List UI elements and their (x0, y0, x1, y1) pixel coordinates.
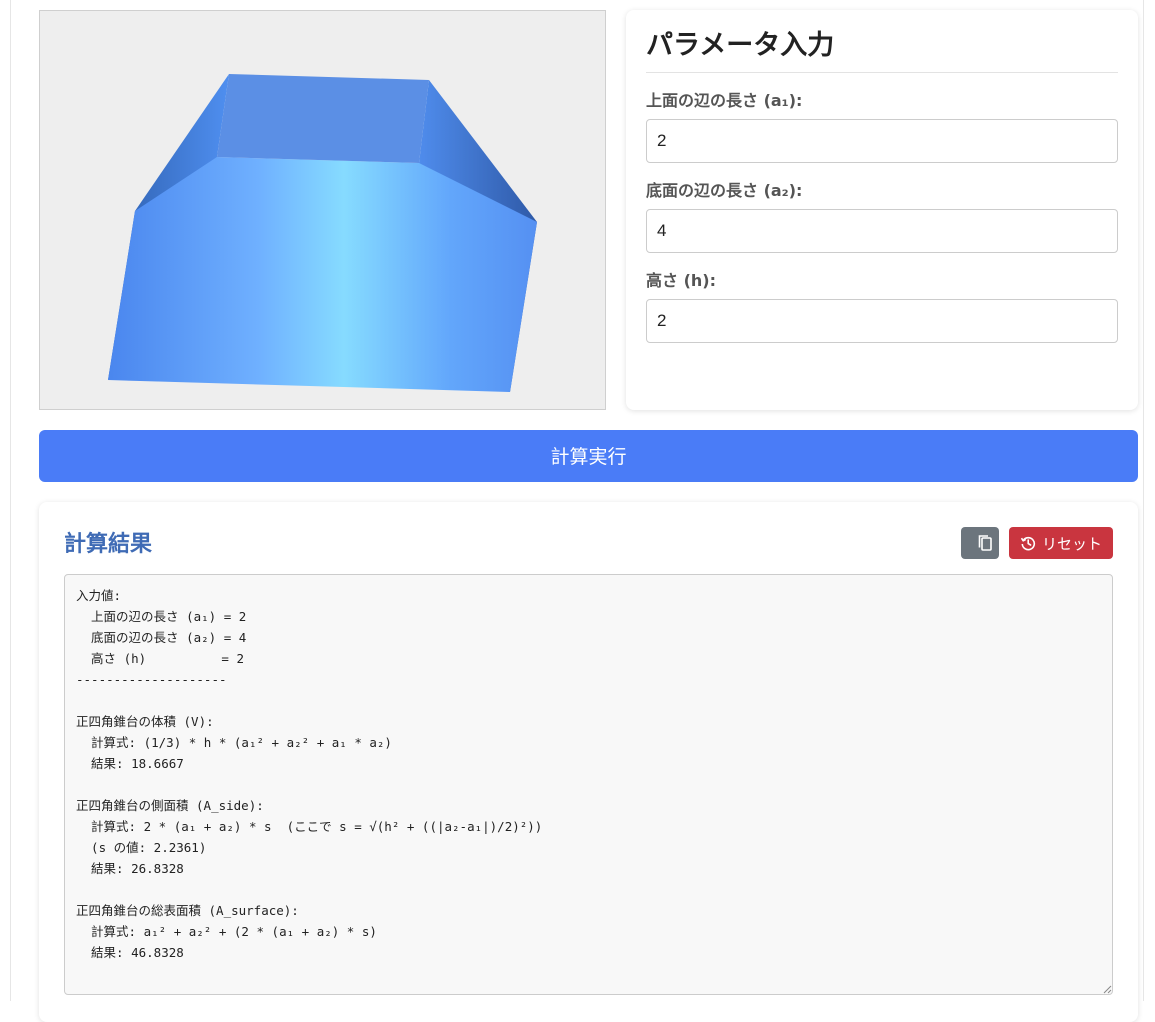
result-panel-title: 計算結果 (64, 532, 153, 557)
frustum-top-face (217, 74, 429, 163)
reset-button[interactable]: リセット (1009, 527, 1113, 559)
height-label: 高さ (h): (646, 271, 716, 290)
bottom-edge-input[interactable] (646, 209, 1118, 253)
bottom-edge-label: 底面の辺の長さ (a₂): (646, 181, 803, 200)
result-output[interactable]: 入力値: 上面の辺の長さ (a₁) = 2 底面の辺の長さ (a₂) = 4 高… (64, 574, 1113, 995)
frustum-render (108, 74, 537, 392)
3d-viewer[interactable] (39, 10, 606, 410)
parameter-panel-title: パラメータ入力 (646, 10, 1118, 73)
top-edge-input[interactable] (646, 119, 1118, 163)
copy-button[interactable] (961, 527, 999, 559)
resize-grip-icon[interactable] (1102, 984, 1112, 994)
frustum-front-face (108, 157, 537, 392)
parameter-panel: パラメータ入力 上面の辺の長さ (a₁): 底面の辺の長さ (a₂): 高さ (… (626, 10, 1138, 410)
result-panel: 計算結果 リセット 入力値: 上面の辺の長さ (a₁) = 2 底面の辺の長さ … (39, 502, 1138, 1022)
height-input[interactable] (646, 299, 1118, 343)
top-edge-label: 上面の辺の長さ (a₁): (646, 91, 803, 110)
copy-icon (978, 535, 992, 551)
page: パラメータ入力 上面の辺の長さ (a₁): 底面の辺の長さ (a₂): 高さ (… (10, 0, 1144, 1022)
calculate-button[interactable]: 計算実行 (39, 430, 1138, 482)
history-icon (1020, 536, 1036, 551)
reset-button-label: リセット (1041, 534, 1102, 553)
